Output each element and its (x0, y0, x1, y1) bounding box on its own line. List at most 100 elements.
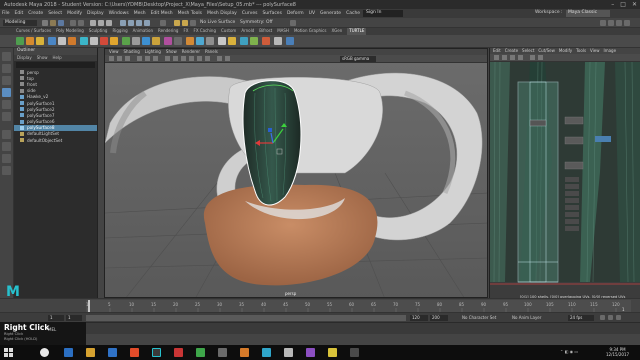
shelf-tab-custom[interactable]: Custom (221, 28, 236, 35)
menu-edit[interactable]: Edit (15, 11, 24, 16)
shelf-gray-icon[interactable] (58, 37, 66, 45)
open-scene-icon[interactable] (50, 20, 56, 26)
lights-icon[interactable] (197, 56, 202, 61)
shelf-tab-animation[interactable]: Animation (133, 28, 153, 35)
menu-curves[interactable]: Curves (242, 11, 258, 16)
shelf-red-icon[interactable] (100, 37, 108, 45)
menu-deform[interactable]: Deform (287, 11, 304, 16)
uv-dim-icon[interactable] (530, 55, 535, 60)
audio-icon[interactable] (608, 315, 613, 320)
windows-start-icon[interactable] (4, 348, 13, 357)
menu-create[interactable]: Create (28, 11, 43, 16)
shelf-freeze-icon[interactable] (286, 37, 294, 45)
rotate-tool-icon[interactable] (2, 100, 11, 109)
redo-icon[interactable] (78, 20, 84, 26)
uv-image-icon[interactable] (510, 55, 515, 60)
attribute-editor-icon[interactable] (600, 20, 606, 26)
symmetry-label[interactable]: Symmetry: Off (240, 20, 273, 25)
shelf-sphere-icon[interactable] (142, 37, 150, 45)
shelf-tab-arnold[interactable]: Arnold (241, 28, 254, 35)
wireframe-icon[interactable] (165, 56, 170, 61)
render-settings-icon[interactable] (190, 20, 196, 26)
menu-surfaces[interactable]: Surfaces (262, 11, 282, 16)
select-by-component-icon[interactable] (106, 20, 112, 26)
layout-outliner-icon[interactable] (2, 166, 11, 175)
mel-label[interactable]: MEL (48, 327, 56, 332)
smooth-shade-icon[interactable] (173, 56, 178, 61)
shelf-bridge-icon[interactable] (196, 37, 204, 45)
wireframe-on-shaded-icon[interactable] (181, 56, 186, 61)
gray-app-icon[interactable] (218, 348, 227, 357)
shelf-tab-poly-modeling[interactable]: Poly Modeling (56, 28, 84, 35)
shelf-tab-fx-caching[interactable]: FX Caching (194, 28, 216, 35)
yellow-app-icon[interactable] (328, 348, 337, 357)
uv-shell-icon[interactable] (494, 55, 499, 60)
menu-edit-mesh[interactable]: Edit Mesh (151, 11, 173, 16)
shelf-bevel-icon[interactable] (186, 37, 194, 45)
light-app-icon[interactable] (284, 348, 293, 357)
snap-grid-icon[interactable] (120, 20, 126, 26)
red-app-icon[interactable] (174, 348, 183, 357)
shelf-tab-curves-surfaces[interactable]: Curves / Surfaces (16, 28, 51, 35)
menu-mesh-display[interactable]: Mesh Display (207, 11, 237, 16)
animation-start-field[interactable]: 1 (48, 315, 64, 321)
camera-select-icon[interactable] (109, 56, 114, 61)
menu-cache[interactable]: Cache (346, 11, 360, 16)
shadows-icon[interactable] (205, 56, 210, 61)
green-app-icon[interactable] (196, 348, 205, 357)
viewport-scene[interactable]: persp (105, 63, 488, 298)
menu-display[interactable]: Display (87, 11, 104, 16)
lasso-tool-icon[interactable] (2, 64, 11, 73)
playback-start-field[interactable]: 1 (66, 315, 82, 321)
snap-point-icon[interactable] (136, 20, 142, 26)
uv-canvas[interactable] (490, 62, 640, 298)
playback-end-field[interactable]: 120 (410, 315, 428, 321)
channel-box-icon[interactable] (616, 20, 622, 26)
maximize-icon[interactable]: □ (620, 1, 626, 8)
shelf-tab-fx[interactable]: FX (183, 28, 188, 35)
playback-loop-icon[interactable] (600, 315, 605, 320)
paint-select-tool-icon[interactable] (2, 76, 11, 85)
shelf-pivot-icon[interactable] (274, 37, 282, 45)
command-line[interactable] (0, 322, 640, 334)
snap-view-plane-icon[interactable] (144, 20, 150, 26)
uv-filter-icon[interactable] (538, 55, 543, 60)
isolate-select-icon[interactable] (217, 56, 222, 61)
menuset-dropdown[interactable]: Modeling (3, 20, 37, 26)
edge-app-icon[interactable] (64, 348, 73, 357)
anim-layer-dropdown[interactable]: No Anim Layer (512, 315, 541, 320)
render-icon[interactable] (174, 20, 180, 26)
teal-app-icon[interactable] (262, 348, 271, 357)
current-time-indicator[interactable] (88, 300, 90, 312)
animation-end-field[interactable]: 200 (430, 315, 448, 321)
shelf-orange-icon[interactable] (26, 37, 34, 45)
shelf-green-icon[interactable] (16, 37, 24, 45)
modeling-toolkit-icon[interactable] (290, 20, 296, 26)
shelf-tool-icon[interactable] (68, 37, 76, 45)
shelf-yellow-icon[interactable] (36, 37, 44, 45)
shelf-separate-icon[interactable] (228, 37, 236, 45)
shelf-tab-rigging[interactable]: Rigging (112, 28, 127, 35)
system-tray[interactable]: ⌃ ◧ ◉ ▭ (560, 349, 578, 354)
color-space-dropdown[interactable]: sRGB gamma (340, 56, 376, 62)
shelf-tab-bifrost[interactable]: Bifrost (259, 28, 272, 35)
layout-side-icon[interactable] (2, 154, 11, 163)
time-ruler[interactable]: 1 5 10 15 20 25 30 35 40 45 50 55 60 65 … (0, 299, 640, 313)
shelf-tab-motion-graphics[interactable]: Motion Graphics (294, 28, 327, 35)
shelf-dark-icon[interactable] (174, 37, 182, 45)
menu-mesh-tools[interactable]: Mesh Tools (178, 11, 202, 16)
store-app-icon[interactable] (108, 348, 117, 357)
orange-app-icon[interactable] (240, 348, 249, 357)
textured-icon[interactable] (189, 56, 194, 61)
tool-settings-icon[interactable] (608, 20, 614, 26)
outliner-menu-help[interactable]: Help (53, 55, 62, 61)
shelf-extrude-icon[interactable] (206, 37, 214, 45)
character-set-dropdown[interactable]: No Character Set (462, 315, 496, 320)
snap-curve-icon[interactable] (128, 20, 134, 26)
shelf-purple-icon[interactable] (164, 37, 172, 45)
search-app-icon[interactable] (40, 348, 49, 357)
shelf-tab-sculpting[interactable]: Sculpting (89, 28, 108, 35)
system-clock[interactable]: 9:34 PM 12/15/2017 (606, 347, 629, 357)
layout-four-icon[interactable] (2, 142, 11, 151)
select-by-hierarchy-icon[interactable] (90, 20, 96, 26)
